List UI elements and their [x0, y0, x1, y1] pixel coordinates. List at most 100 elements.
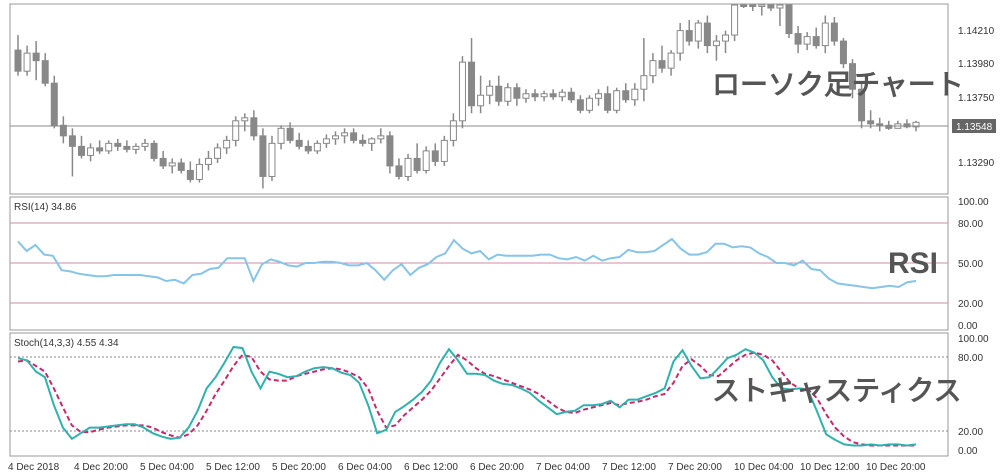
- candle-body-bearish: [576, 99, 584, 111]
- candle-body-bearish: [304, 145, 312, 152]
- candle-body-bullish: [477, 94, 485, 107]
- time-label: 6 Dec 20:00: [470, 462, 524, 473]
- time-label: 4 Dec 2018: [8, 462, 60, 473]
- candle-body-bullish: [640, 75, 648, 90]
- candle-body-bullish: [404, 157, 412, 177]
- candlestick: [50, 75, 58, 129]
- candle-body-bullish: [595, 93, 603, 99]
- time-label: 7 Dec 04:00: [536, 462, 590, 473]
- candle-body-bearish: [830, 22, 838, 42]
- candle-body-bearish: [622, 90, 630, 101]
- rsi-tick: 0.00: [958, 321, 978, 332]
- candle-body-bullish: [204, 157, 212, 165]
- candle-body-bullish: [486, 85, 494, 96]
- candle-body-bearish: [286, 127, 294, 141]
- candle-body-bearish: [32, 52, 40, 62]
- candle-body-bullish: [649, 60, 657, 77]
- candle-body-bearish: [495, 85, 503, 102]
- candle-body-bullish: [676, 30, 684, 54]
- candle-body-bullish: [23, 52, 31, 72]
- candle-body-bearish: [14, 49, 22, 72]
- candle-body-bearish: [59, 124, 67, 137]
- candle-body-bullish: [504, 87, 512, 102]
- candle-body-bullish: [821, 22, 829, 47]
- candlestick-overlay-title: ローソク足チャート: [712, 68, 964, 101]
- time-label: 4 Dec 20:00: [74, 462, 128, 473]
- time-label: 7 Dec 12:00: [602, 462, 656, 473]
- candle-body-bullish: [132, 145, 140, 150]
- candle-body-bearish: [114, 142, 122, 147]
- candle-body-bearish: [250, 117, 258, 137]
- candle-body-bullish: [422, 150, 430, 171]
- candle-body-bullish: [341, 132, 349, 137]
- candle-body-bullish: [331, 135, 339, 140]
- time-label: 6 Dec 12:00: [404, 462, 458, 473]
- candlestick: [422, 146, 430, 174]
- stochastic-tick: 20.00: [958, 427, 983, 438]
- candlestick: [404, 153, 412, 181]
- candle-body-bearish: [350, 132, 358, 141]
- candle-body-bearish: [794, 33, 802, 45]
- rsi-tick: 50.00: [958, 259, 983, 270]
- time-label: 5 Dec 20:00: [272, 462, 326, 473]
- candle-body-bearish: [604, 93, 612, 111]
- candlestick: [458, 56, 466, 129]
- candle-body-bullish: [195, 163, 203, 180]
- candle-body-bullish: [168, 162, 176, 167]
- candle-body-bullish: [458, 61, 466, 122]
- candle-body-bearish: [431, 150, 439, 162]
- candle-body-bullish: [758, 4, 766, 7]
- candle-body-bearish: [413, 157, 421, 171]
- candle-body-bullish: [223, 139, 231, 149]
- candle-body-bullish: [368, 138, 376, 144]
- candle-body-bullish: [105, 142, 113, 152]
- candle-body-bearish: [567, 91, 575, 101]
- candle-body-bullish: [87, 147, 95, 156]
- candle-body-bullish: [268, 142, 276, 177]
- rsi-overlay-title: RSI: [888, 247, 938, 280]
- candle-body-bearish: [123, 145, 131, 150]
- chart-stage: 1.14210 1.13980 1.13750 1.13290 1.13548 …: [0, 0, 1000, 476]
- time-label: 7 Dec 20:00: [668, 462, 722, 473]
- rsi-indicator-label: RSI(14) 34.86: [14, 202, 77, 213]
- candle-body-bullish: [449, 120, 457, 141]
- candle-body-bullish: [141, 142, 149, 147]
- candle-body-bullish: [712, 40, 720, 47]
- stochastic-tick: 80.00: [958, 353, 983, 364]
- candle-body-bullish: [803, 36, 811, 45]
- candle-body-bearish: [658, 60, 666, 69]
- stochastic-tick: 0.00: [958, 446, 978, 457]
- candle-body-bearish: [785, 4, 793, 35]
- candlestick: [839, 38, 847, 69]
- candle-body-bearish: [468, 61, 476, 107]
- rsi-tick: 20.00: [958, 299, 983, 310]
- rsi-tick: 100.00: [958, 197, 989, 208]
- candle-body-bearish: [41, 60, 49, 84]
- candle-body-bullish: [322, 138, 330, 144]
- candle-body-bearish: [50, 82, 58, 126]
- time-label: 10 Dec 12:00: [800, 462, 860, 473]
- candlestick: [785, 4, 793, 39]
- candle-body-bearish: [395, 165, 403, 177]
- price-tick: 1.14210: [958, 26, 995, 37]
- candle-body-bullish: [232, 120, 240, 141]
- candle-body-bearish: [749, 4, 757, 7]
- candle-body-bearish: [767, 4, 775, 9]
- candle-body-bearish: [386, 135, 394, 167]
- candlestick: [150, 140, 158, 162]
- candle-body-bullish: [277, 127, 285, 144]
- candle-body-bullish: [585, 97, 593, 111]
- candle-body-bullish: [613, 90, 621, 111]
- candle-body-bearish: [531, 93, 539, 98]
- candle-body-bearish: [150, 142, 158, 159]
- stochastic-overlay-title: ストキャスティクス: [712, 374, 961, 407]
- candle-body-bullish: [776, 4, 784, 9]
- candle-body-bearish: [876, 123, 884, 126]
- candle-body-bearish: [513, 87, 521, 99]
- candle-body-bearish: [68, 135, 76, 147]
- time-label: 6 Dec 04:00: [338, 462, 392, 473]
- candle-body-bearish: [740, 4, 748, 7]
- candle-body-bearish: [259, 135, 267, 177]
- current-price-label: 1.13548: [956, 122, 993, 133]
- candle-body-bearish: [839, 40, 847, 65]
